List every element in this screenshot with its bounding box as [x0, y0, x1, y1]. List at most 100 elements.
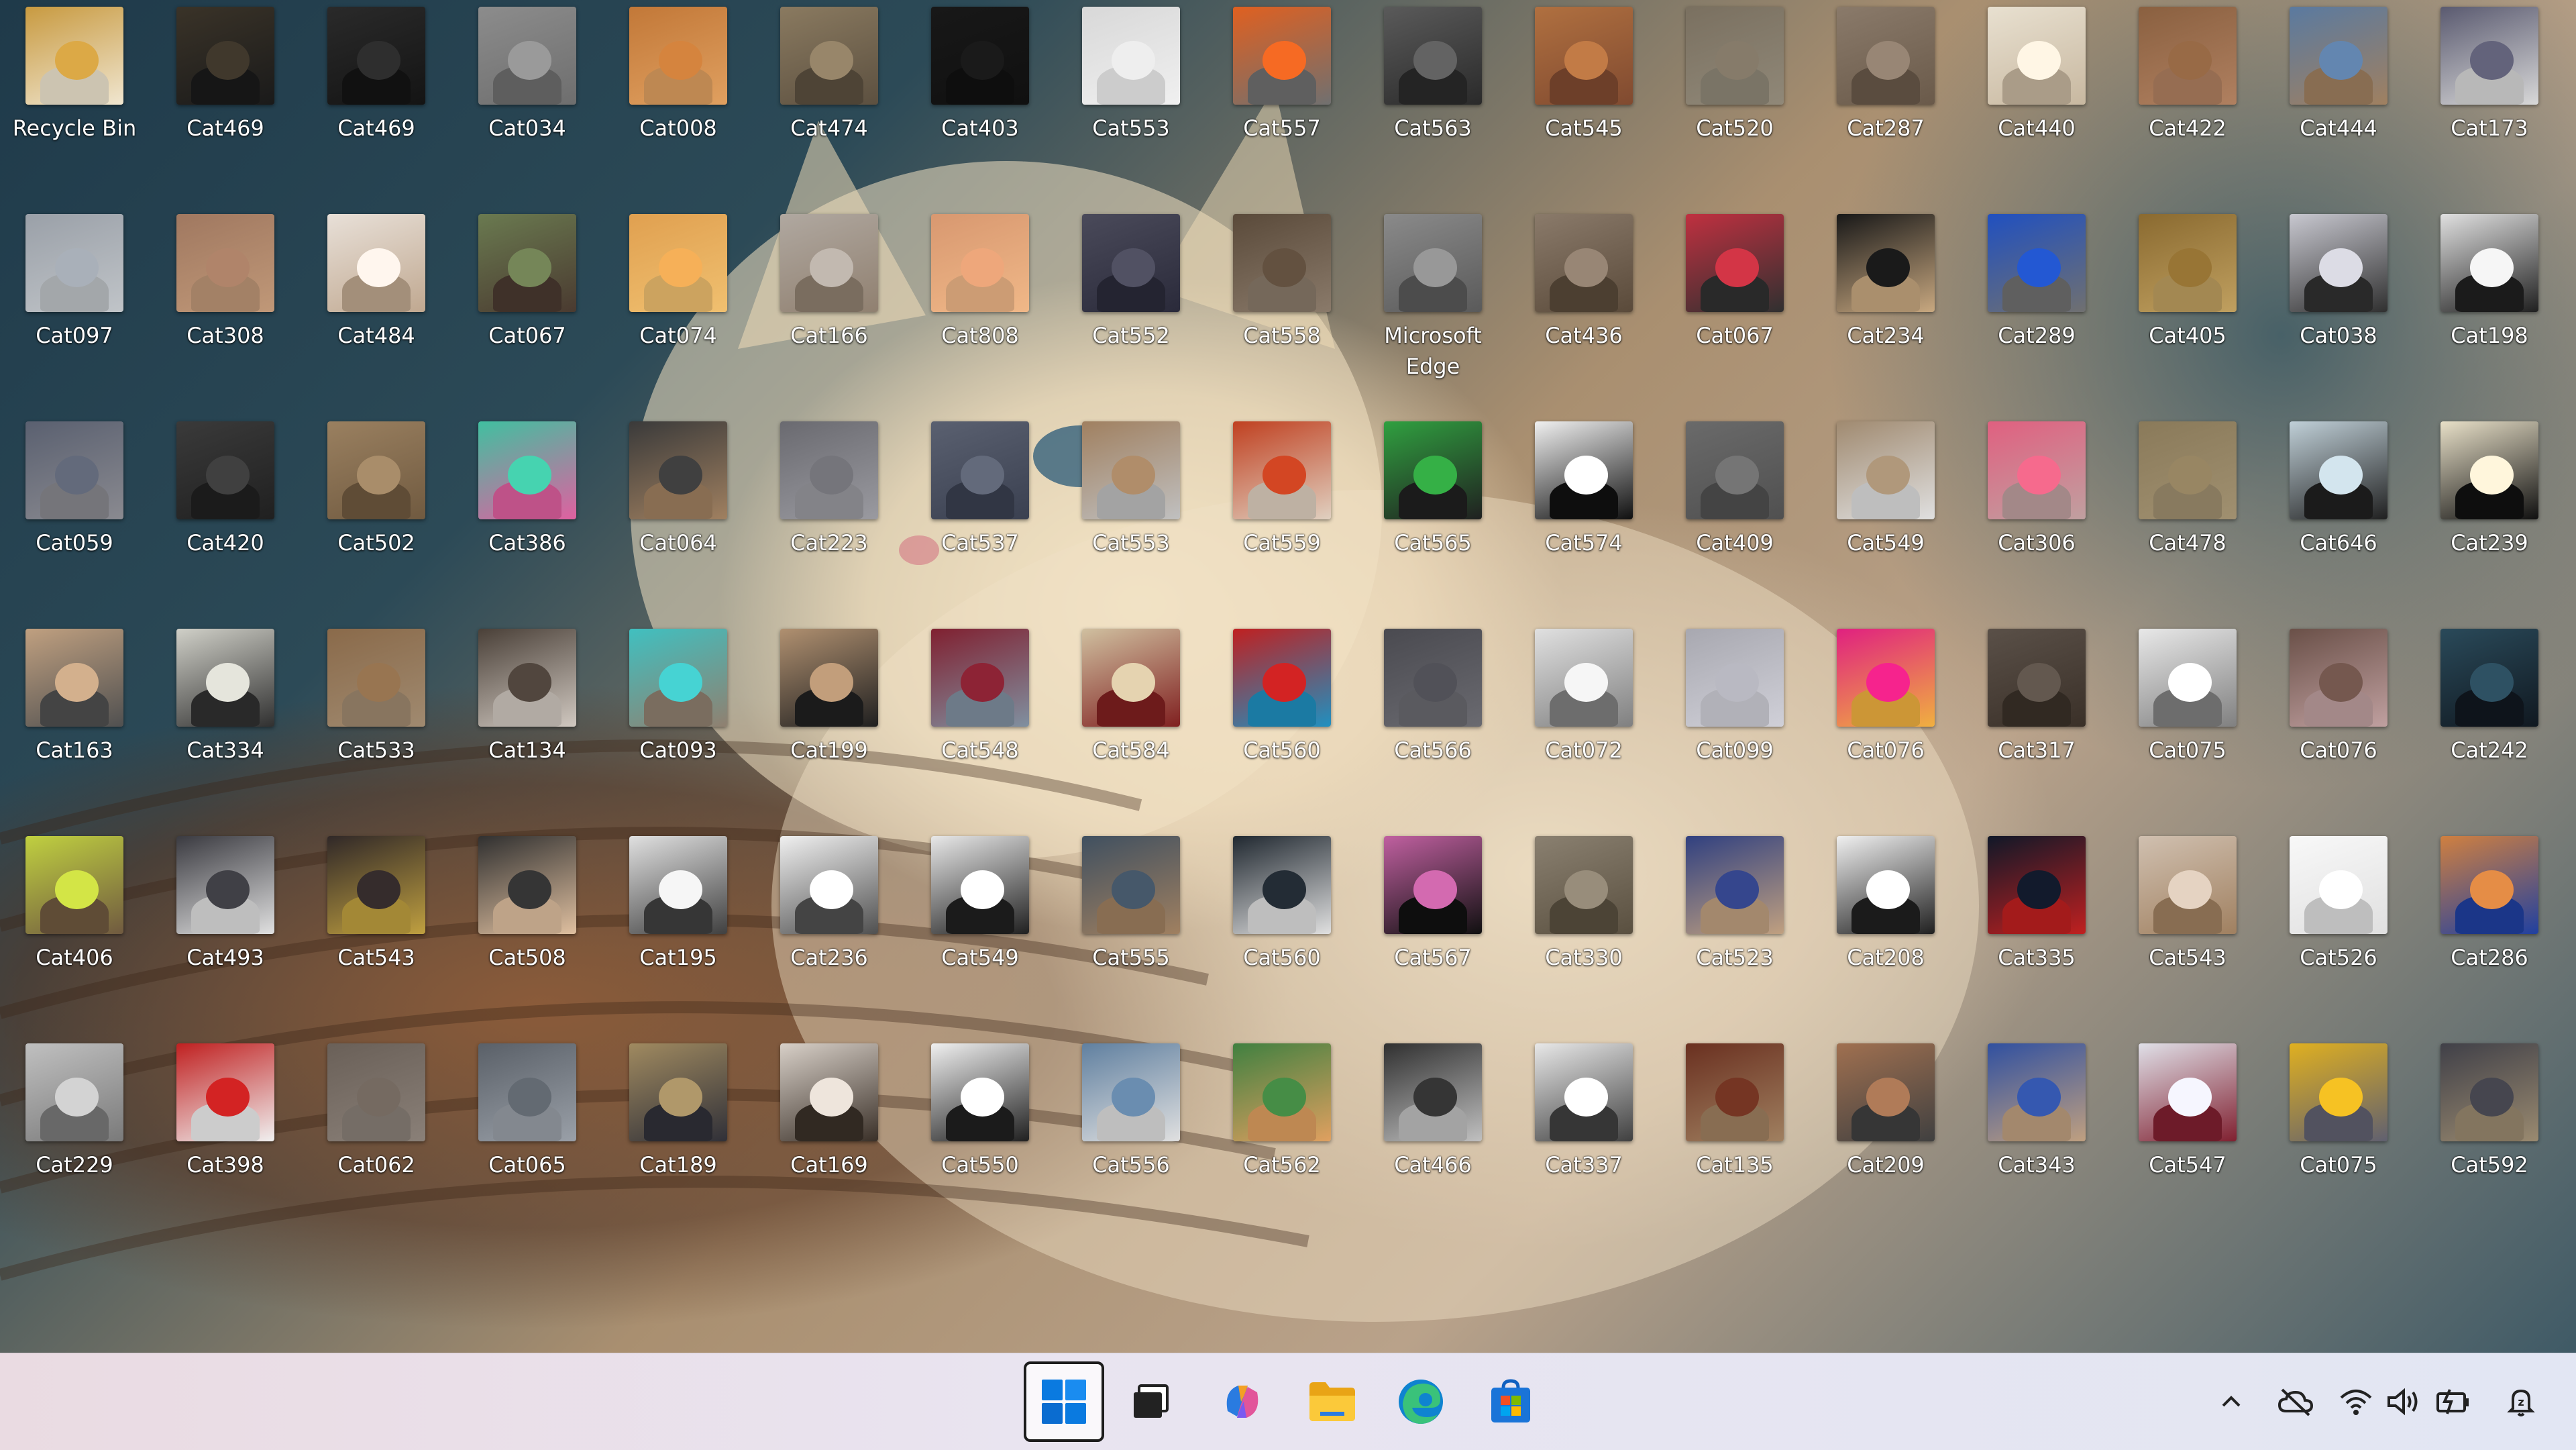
- desktop-icon[interactable]: Cat406: [4, 829, 145, 1024]
- desktop-icon[interactable]: Cat493: [155, 829, 296, 1024]
- battery-button[interactable]: [2430, 1378, 2478, 1426]
- desktop-icon[interactable]: Cat548: [910, 622, 1051, 817]
- desktop-icon[interactable]: Cat466: [1362, 1037, 1503, 1231]
- desktop-icon[interactable]: Cat067: [1664, 207, 1805, 402]
- store-button[interactable]: [1470, 1361, 1551, 1442]
- desktop-icon[interactable]: Cat420: [155, 415, 296, 609]
- desktop-icon[interactable]: Cat592: [2419, 1037, 2560, 1231]
- desktop-icon[interactable]: Cat209: [1815, 1037, 1956, 1231]
- copilot-button[interactable]: [1202, 1361, 1283, 1442]
- desktop-icon[interactable]: Cat563: [1362, 0, 1503, 195]
- desktop-icon[interactable]: Cat478: [2117, 415, 2258, 609]
- desktop-icon[interactable]: Cat330: [1513, 829, 1654, 1024]
- desktop-icon[interactable]: Cat523: [1664, 829, 1805, 1024]
- desktop-icon[interactable]: Cat508: [457, 829, 598, 1024]
- desktop-icon[interactable]: Cat549: [1815, 415, 1956, 609]
- desktop-icon[interactable]: Cat386: [457, 415, 598, 609]
- desktop-icon[interactable]: Cat169: [759, 1037, 900, 1231]
- desktop-icon[interactable]: Cat317: [1966, 622, 2107, 817]
- desktop-icon[interactable]: Cat062: [306, 1037, 447, 1231]
- desktop-icon[interactable]: Cat646: [2268, 415, 2409, 609]
- desktop-icon[interactable]: Cat559: [1212, 415, 1352, 609]
- desktop-icon[interactable]: Cat560: [1212, 829, 1352, 1024]
- desktop-icon[interactable]: Cat549: [910, 829, 1051, 1024]
- desktop-icon[interactable]: Cat093: [608, 622, 749, 817]
- desktop-icon[interactable]: Cat099: [1664, 622, 1805, 817]
- desktop-icon[interactable]: Cat337: [1513, 1037, 1654, 1231]
- desktop-icon[interactable]: Cat286: [2419, 829, 2560, 1024]
- desktop-icon[interactable]: Cat469: [306, 0, 447, 195]
- desktop-icon[interactable]: Cat566: [1362, 622, 1503, 817]
- desktop-icon[interactable]: Cat242: [2419, 622, 2560, 817]
- desktop-icon[interactable]: Cat567: [1362, 829, 1503, 1024]
- desktop-icon[interactable]: Cat189: [608, 1037, 749, 1231]
- desktop-icon[interactable]: Cat543: [2117, 829, 2258, 1024]
- desktop-icon[interactable]: Cat134: [457, 622, 598, 817]
- desktop-icon[interactable]: Cat533: [306, 622, 447, 817]
- desktop-icon[interactable]: Cat422: [2117, 0, 2258, 195]
- desktop-icon[interactable]: Cat034: [457, 0, 598, 195]
- desktop-icon[interactable]: Cat239: [2419, 415, 2560, 609]
- desktop-icon[interactable]: Cat195: [608, 829, 749, 1024]
- desktop-icon[interactable]: Cat064: [608, 415, 749, 609]
- desktop-icon[interactable]: Cat074: [608, 207, 749, 402]
- desktop-icon[interactable]: Cat059: [4, 415, 145, 609]
- desktop-icon[interactable]: Cat135: [1664, 1037, 1805, 1231]
- desktop-icon[interactable]: Cat343: [1966, 1037, 2107, 1231]
- desktop-icon[interactable]: Cat552: [1061, 207, 1201, 402]
- desktop-icon[interactable]: Cat287: [1815, 0, 1956, 195]
- task-view-button[interactable]: [1111, 1361, 1191, 1442]
- desktop-icon[interactable]: Cat562: [1212, 1037, 1352, 1231]
- desktop-icon[interactable]: Cat223: [759, 415, 900, 609]
- desktop-icon[interactable]: Cat234: [1815, 207, 1956, 402]
- desktop-icon[interactable]: Cat565: [1362, 415, 1503, 609]
- desktop-icon[interactable]: Cat403: [910, 0, 1051, 195]
- desktop-icon[interactable]: Cat545: [1513, 0, 1654, 195]
- desktop-icon[interactable]: Cat398: [155, 1037, 296, 1231]
- desktop-icon[interactable]: Cat558: [1212, 207, 1352, 402]
- desktop-icon[interactable]: Cat198: [2419, 207, 2560, 402]
- desktop-icon[interactable]: Cat553: [1061, 0, 1201, 195]
- desktop-icon[interactable]: Cat405: [2117, 207, 2258, 402]
- desktop-icon[interactable]: Cat308: [155, 207, 296, 402]
- desktop-icon[interactable]: Cat557: [1212, 0, 1352, 195]
- volume-button[interactable]: [2380, 1378, 2428, 1426]
- desktop-icon[interactable]: Cat584: [1061, 622, 1201, 817]
- desktop-icon[interactable]: Cat474: [759, 0, 900, 195]
- desktop-icon[interactable]: Cat289: [1966, 207, 2107, 402]
- desktop-icon[interactable]: Cat553: [1061, 415, 1201, 609]
- desktop-icon[interactable]: Cat808: [910, 207, 1051, 402]
- desktop-icon[interactable]: Cat537: [910, 415, 1051, 609]
- desktop-icon[interactable]: Cat555: [1061, 829, 1201, 1024]
- desktop-icon[interactable]: Cat444: [2268, 0, 2409, 195]
- desktop-icon[interactable]: Cat173: [2419, 0, 2560, 195]
- desktop-icon[interactable]: Cat556: [1061, 1037, 1201, 1231]
- desktop-icon[interactable]: Recycle Bin: [4, 0, 145, 195]
- desktop-icon[interactable]: Cat520: [1664, 0, 1805, 195]
- onedrive-button[interactable]: [2271, 1378, 2320, 1426]
- file-explorer-button[interactable]: [1292, 1361, 1373, 1442]
- desktop-icon[interactable]: Cat008: [608, 0, 749, 195]
- desktop-icon[interactable]: Cat038: [2268, 207, 2409, 402]
- desktop-icon[interactable]: Cat440: [1966, 0, 2107, 195]
- desktop-icon[interactable]: Cat076: [1815, 622, 1956, 817]
- desktop-icon[interactable]: Cat306: [1966, 415, 2107, 609]
- desktop-icon[interactable]: Microsoft Edge: [1362, 207, 1503, 402]
- desktop-icon[interactable]: Cat550: [910, 1037, 1051, 1231]
- desktop-icon[interactable]: Cat065: [457, 1037, 598, 1231]
- desktop-icon[interactable]: Cat208: [1815, 829, 1956, 1024]
- desktop-icon[interactable]: Cat469: [155, 0, 296, 195]
- desktop-icon[interactable]: Cat067: [457, 207, 598, 402]
- desktop-icon[interactable]: Cat574: [1513, 415, 1654, 609]
- desktop-icon[interactable]: Cat076: [2268, 622, 2409, 817]
- desktop-icon[interactable]: Cat502: [306, 415, 447, 609]
- desktop-icon[interactable]: Cat547: [2117, 1037, 2258, 1231]
- notifications-button[interactable]: z: [2497, 1378, 2545, 1426]
- desktop-icon[interactable]: Cat075: [2117, 622, 2258, 817]
- desktop-icon[interactable]: Cat484: [306, 207, 447, 402]
- desktop-icon[interactable]: Cat335: [1966, 829, 2107, 1024]
- desktop-icon[interactable]: Cat526: [2268, 829, 2409, 1024]
- desktop-icon[interactable]: Cat409: [1664, 415, 1805, 609]
- desktop-icon[interactable]: Cat199: [759, 622, 900, 817]
- desktop-icon[interactable]: Cat543: [306, 829, 447, 1024]
